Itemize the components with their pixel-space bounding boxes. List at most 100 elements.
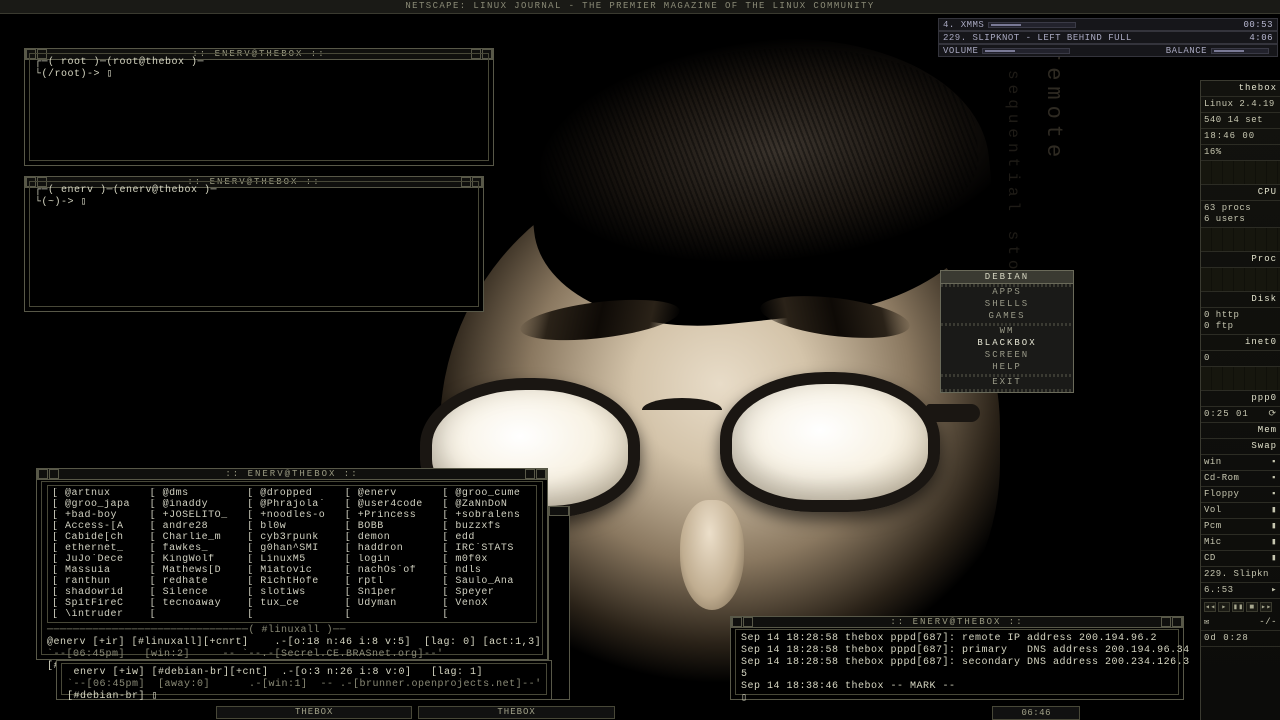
irc-nick[interactable]: [ Access-[A (52, 521, 142, 532)
irc-nick[interactable]: [ tux_ce (247, 598, 337, 609)
irc-nick[interactable]: [ +sobralens (442, 510, 532, 521)
irc-nick[interactable]: [ bl0w (247, 521, 337, 532)
irc-nick[interactable]: [ @groo_japa (52, 499, 142, 510)
terminal-enerv[interactable]: :: ENERV@THEBOX :: ┌─( enerv )─(enerv@th… (24, 176, 484, 312)
irc-nick[interactable]: [ Charlie_m (150, 532, 240, 543)
irc-nick[interactable]: [ LinuxM5 (247, 554, 337, 565)
irc-nick[interactable]: [ g0han^SMI (247, 543, 337, 554)
irc-nick[interactable]: [ +Princess (345, 510, 435, 521)
irc-nick[interactable]: [ (442, 609, 532, 620)
menu-item-shells[interactable]: SHELLS (941, 299, 1073, 311)
irc-nick[interactable]: [ cyb3rpunk (247, 532, 337, 543)
menu-item-screen[interactable]: SCREEN (941, 350, 1073, 362)
irc-nick[interactable]: [ @enerv (345, 488, 435, 499)
dock-mail[interactable]: ✉ -/- (1201, 615, 1280, 631)
menu-item-wm[interactable]: WM (941, 326, 1073, 338)
max-icon[interactable] (525, 469, 535, 479)
gkrellm-dock[interactable]: thebox Linux 2.4.19 540 14 set 18:46 00 … (1200, 80, 1280, 720)
irc-nick[interactable]: [ fawkes_ (150, 543, 240, 554)
taskbar-item[interactable]: THEBOX (418, 706, 614, 719)
shade-icon[interactable] (49, 469, 59, 479)
dock-mic[interactable]: Mic▮ (1201, 535, 1280, 551)
irc-nick[interactable]: [ @dms (150, 488, 240, 499)
irc-nick[interactable]: [ Sn1per (345, 587, 435, 598)
irc-nick[interactable]: [ @Phrajola` (247, 499, 337, 510)
irc-nick[interactable]: [ @artnux (52, 488, 142, 499)
irc-nick[interactable]: [ nachOs`of (345, 565, 435, 576)
terminal-title[interactable]: :: ENERV@THEBOX :: (37, 468, 547, 480)
dock-floppy[interactable]: Floppy▪ (1201, 487, 1280, 503)
min-icon[interactable] (536, 469, 546, 479)
irc-nick[interactable]: [ tecnoaway (150, 598, 240, 609)
irc-nick[interactable]: [ JuJo`Dece (52, 554, 142, 565)
irc-nick[interactable]: [ ranthun (52, 576, 142, 587)
close-icon[interactable] (732, 617, 742, 627)
irc-nick[interactable]: [ SpitFireC (52, 598, 142, 609)
taskbar[interactable]: THEBOX THEBOX (216, 706, 1056, 720)
irc-nick[interactable]: [ +JOSELITO_ (150, 510, 240, 521)
terminal-root[interactable]: :: ENERV@THEBOX :: ┌─( root )─(root@theb… (24, 48, 494, 166)
menu-item-blackbox[interactable]: BLACKBOX (941, 338, 1073, 350)
irc-nick[interactable]: [ rptl (345, 576, 435, 587)
menu-item-exit[interactable]: EXIT (941, 377, 1073, 389)
irc-nick[interactable]: [ RichtHofe (247, 576, 337, 587)
irc-nick[interactable]: [ @inaddy (150, 499, 240, 510)
irc-nick[interactable]: [ Cabide[ch (52, 532, 142, 543)
close-icon[interactable] (38, 469, 48, 479)
debian-root-menu[interactable]: DEBIAN APPS SHELLS GAMES WM BLACKBOX SCR… (940, 270, 1074, 393)
xmms-player[interactable]: 4. XMMS 00:53 229. SLIPKNOT - LEFT BEHIN… (938, 18, 1278, 58)
dock-win[interactable]: win▪ (1201, 455, 1280, 471)
irc-nick[interactable]: [ haddron (345, 543, 435, 554)
irc-nick[interactable]: [ redhate (150, 576, 240, 587)
irc-nick[interactable]: [ (150, 609, 240, 620)
taskbar-item[interactable]: THEBOX (216, 706, 412, 719)
irc-nick[interactable]: [ Mathews[D (150, 565, 240, 576)
irc-nick[interactable]: [ +bad-boy (52, 510, 142, 521)
irc-nick[interactable]: [ Speyer (442, 587, 532, 598)
pause-icon[interactable]: ▮▮ (1232, 602, 1244, 612)
irc-nick[interactable]: [ Massuia (52, 565, 142, 576)
irc-nick[interactable]: [ @dropped (247, 488, 337, 499)
menu-item-apps[interactable]: APPS (941, 287, 1073, 299)
irc-nick[interactable]: [ BOBB (345, 521, 435, 532)
irc-nick[interactable]: [ @ZaNnDoN (442, 499, 532, 510)
play-icon[interactable]: ▸ (1218, 602, 1230, 612)
max-icon[interactable] (1161, 617, 1171, 627)
irc-nick[interactable]: [ Silence (150, 587, 240, 598)
irc-nick[interactable]: [ (247, 609, 337, 620)
irc-nick[interactable]: [ m0f0x (442, 554, 532, 565)
menu-item-games[interactable]: GAMES (941, 311, 1073, 323)
dock-cdrom[interactable]: Cd-Rom▪ (1201, 471, 1280, 487)
dock-volume[interactable]: Vol▮ (1201, 503, 1280, 519)
irc-nick[interactable]: [ +noodles-o (247, 510, 337, 521)
prev-icon[interactable]: ◂◂ (1204, 602, 1216, 612)
irc-nick[interactable]: [ ethernet_ (52, 543, 142, 554)
next-icon[interactable]: ▸▸ (1260, 602, 1272, 612)
dock-cd[interactable]: CD▮ (1201, 551, 1280, 567)
irc-nick[interactable]: [ login (345, 554, 435, 565)
menu-item-help[interactable]: HELP (941, 362, 1073, 374)
irc-nick[interactable]: [ demon (345, 532, 435, 543)
irc-nick[interactable]: [ IRC`STATS (442, 543, 532, 554)
irc-nick[interactable]: [ edd (442, 532, 532, 543)
irc-nick[interactable]: [ buzzxfs (442, 521, 532, 532)
irc-nick[interactable]: [ Saulo_Ana (442, 576, 532, 587)
terminal-title[interactable]: :: ENERV@THEBOX :: (731, 616, 1183, 628)
irc-nick[interactable]: [ (345, 609, 435, 620)
min-icon[interactable] (1172, 617, 1182, 627)
xmms-volume-slider[interactable] (982, 48, 1070, 54)
terminal-syslog[interactable]: :: ENERV@THEBOX :: Sep 14 18:28:58 thebo… (730, 616, 1184, 700)
irc-nick[interactable]: [ andre28 (150, 521, 240, 532)
dock-media-buttons[interactable]: ◂◂ ▸ ▮▮ ■ ▸▸ (1201, 599, 1280, 615)
xmms-seek-slider[interactable] (988, 22, 1076, 28)
irc-nick[interactable]: [ shadowrid (52, 587, 142, 598)
irc-nick[interactable]: [ @user4code (345, 499, 435, 510)
irc-nick[interactable]: [ VenoX (442, 598, 532, 609)
shade-icon[interactable] (743, 617, 753, 627)
xmms-balance-slider[interactable] (1211, 48, 1269, 54)
xmms-track-row[interactable]: 229. SLIPKNOT - LEFT BEHIND FULL 4:06 (938, 31, 1278, 44)
irc-nick[interactable]: [ \intruder (52, 609, 142, 620)
xmms-main-row[interactable]: 4. XMMS 00:53 (938, 18, 1278, 31)
stop-icon[interactable]: ■ (1246, 602, 1258, 612)
irc-nick[interactable]: [ @groo_cume (442, 488, 532, 499)
